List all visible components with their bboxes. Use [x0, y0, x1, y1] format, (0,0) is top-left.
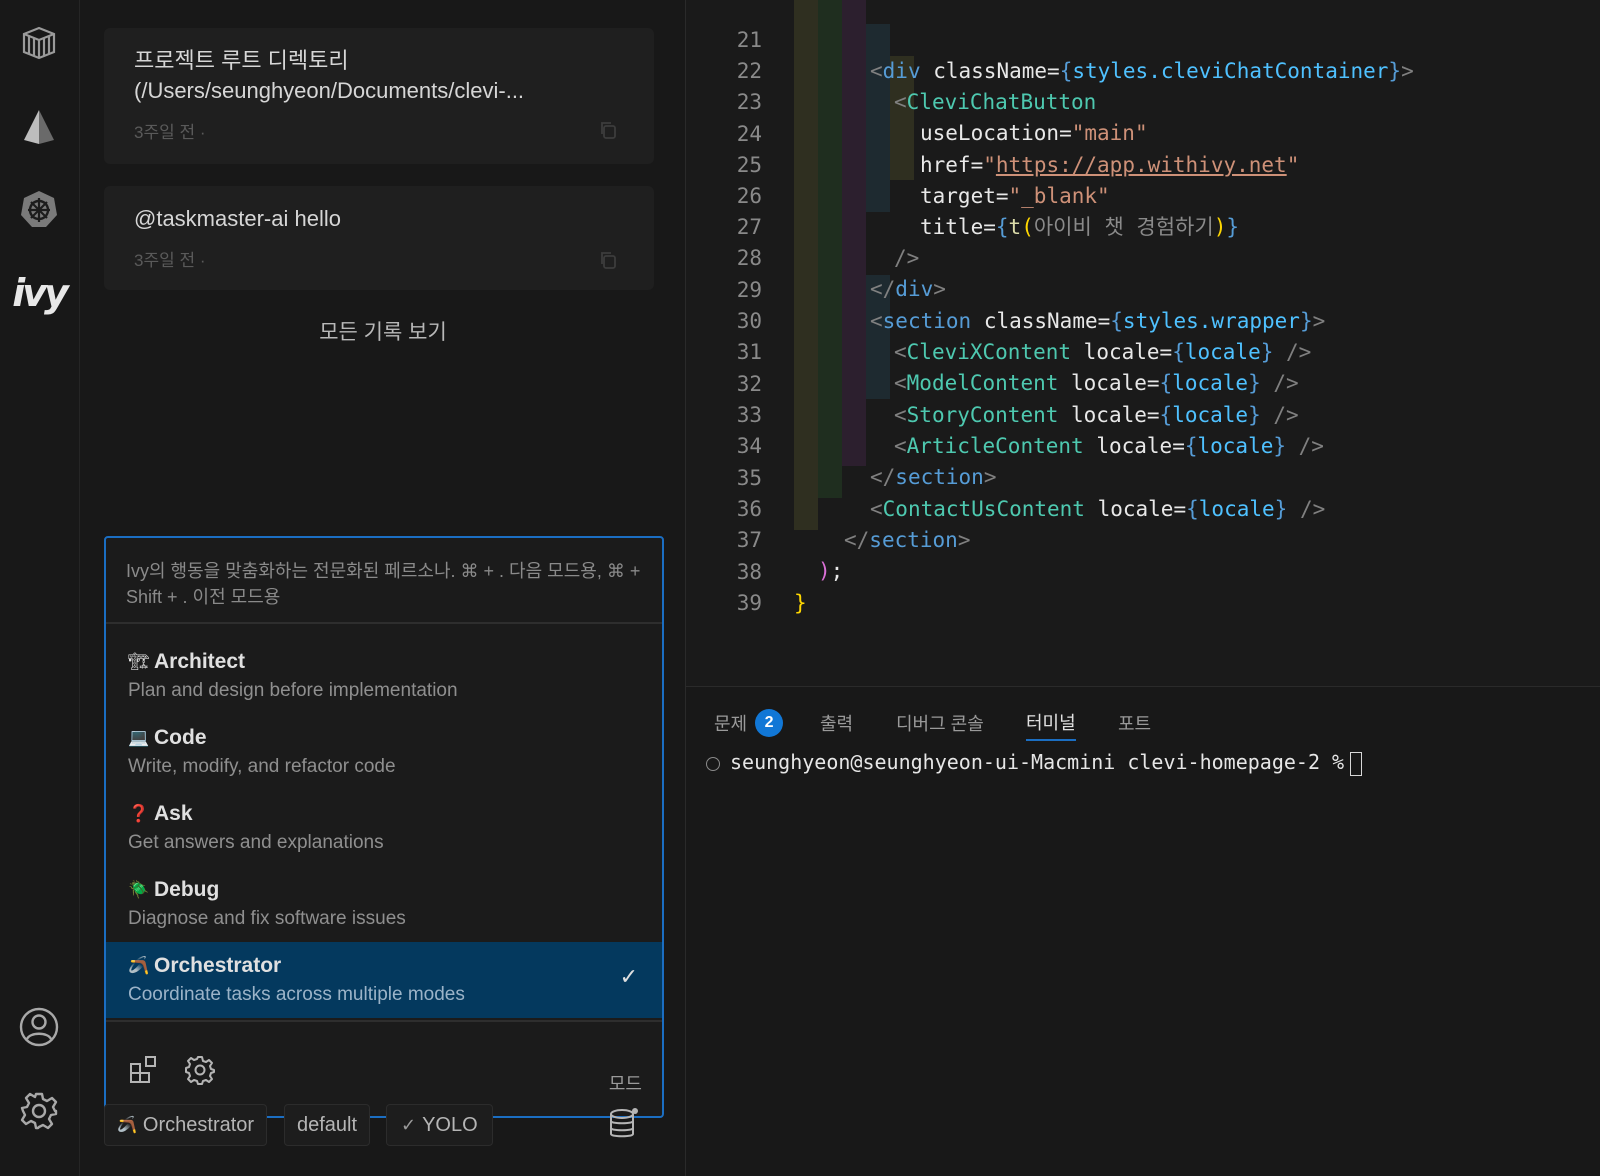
mode-item-code[interactable]: 💻 Code Write, modify, and refactor code [106, 714, 662, 790]
indent-guide [794, 0, 818, 530]
code-line: 38 } [736, 560, 807, 615]
tab-ports[interactable]: 포트 [1118, 705, 1151, 741]
architect-icon: 🏗 [128, 652, 150, 671]
code-line: 28 </div> [736, 246, 946, 301]
code-line: 22 <CleviChatButton [736, 59, 1097, 114]
copy-icon[interactable] [598, 250, 618, 270]
url-link[interactable]: https://app.withivy.net [996, 153, 1287, 177]
mode-description: Ivy의 행동을 맞춤화하는 전문화된 페르소나. ⌘ + . 다음 모드용, … [126, 561, 641, 607]
mode-name: Ask [154, 802, 193, 825]
code-line: 27 /> [736, 215, 920, 270]
laptop-icon: 💻 [128, 728, 150, 747]
mode-settings-gear-icon[interactable] [184, 1054, 216, 1086]
prism-icon[interactable] [16, 104, 62, 150]
code-line: 36 </section> [736, 497, 971, 552]
view-all-history-link[interactable]: 모든 기록 보기 [80, 316, 686, 346]
check-icon: ✓ [401, 1114, 417, 1135]
code-line: 37 ); [736, 528, 844, 583]
boomerang-icon: 🪃 [128, 956, 150, 975]
package-icon[interactable] [16, 20, 62, 66]
tab-problems[interactable]: 문제 2 [714, 705, 784, 741]
code-line: 33 <ArticleContent locale={locale} /> [736, 403, 1324, 458]
mode-desc: Write, modify, and refactor code [128, 756, 396, 777]
tab-terminal[interactable]: 터미널 [1026, 705, 1076, 741]
check-icon: ✓ [619, 964, 638, 989]
terminal-cursor [1350, 751, 1363, 776]
indent-guide [842, 0, 866, 466]
mode-desc: Coordinate tasks across multiple modes [128, 984, 465, 1005]
terminal-status-icon [706, 757, 720, 771]
mode-desc: Get answers and explanations [128, 832, 384, 853]
problems-count-badge: 2 [755, 709, 784, 737]
ivy-sidebar: 프로젝트 루트 디렉토리 (/Users/seunghyeon/Document… [80, 0, 686, 1176]
code-line: 25 target="_blank" [736, 153, 1110, 208]
question-icon: ❓ [128, 804, 150, 823]
marketplace-icon[interactable] [128, 1054, 160, 1086]
profile-pill-label: default [297, 1113, 358, 1136]
code-line: 31 <ModelContent locale={locale} /> [736, 340, 1299, 395]
mode-item-orchestrator[interactable]: 🪃 Orchestrator Coordinate tasks across mu… [106, 942, 662, 1018]
mode-name: Debug [154, 878, 220, 901]
code-line: 29 <section className={styles.wrapper}> [736, 278, 1326, 333]
history-item-time: 3주일 전 · [134, 123, 206, 142]
code-line: 23 useLocation="main" [736, 90, 1148, 145]
mode-name: Orchestrator [154, 954, 282, 977]
copy-icon[interactable] [598, 120, 618, 140]
activity-bar: ivy [0, 0, 80, 1176]
mode-selector-button[interactable]: 🪃 Orchestrator [104, 1104, 268, 1146]
database-icon[interactable] [608, 1106, 640, 1140]
history-item-time: 3주일 전 · [134, 251, 206, 270]
code-line: 39 [736, 591, 762, 615]
code-line: 32 <StoryContent locale={locale} /> [736, 372, 1299, 427]
history-item-title: @taskmaster-ai hello [134, 206, 341, 231]
mode-pill-label: Orchestrator [142, 1113, 255, 1136]
account-icon[interactable] [16, 1004, 62, 1050]
code-editor[interactable]: 21 <div className={styles.cleviChatConta… [686, 0, 1600, 686]
code-line: 21 <div className={styles.cleviChatConta… [736, 28, 1414, 83]
indent-guide [866, 24, 890, 212]
terminal-prompt[interactable]: seunghyeon@seunghyeon-ui-Macmini clevi-h… [730, 750, 1363, 776]
history-item-title: 프로젝트 루트 디렉토리 [134, 48, 349, 73]
bug-icon: 🪲 [128, 880, 150, 899]
code-line: 35 <ContactUsContent locale={locale} /> [736, 466, 1326, 521]
yolo-pill-label: YOLO [422, 1113, 478, 1136]
mode-name: Code [154, 726, 207, 749]
mode-desc: Diagnose and fix software issues [128, 908, 406, 929]
history-item-title-cont: (/Users/seunghyeon/Documents/clevi-... [134, 78, 525, 103]
divider [106, 622, 662, 624]
mode-name: Architect [154, 650, 246, 673]
mode-desc: Plan and design before implementation [128, 680, 458, 701]
divider [106, 1020, 662, 1022]
boomerang-icon: 🪃 [117, 1117, 137, 1134]
yolo-toggle-button[interactable]: ✓ YOLO [386, 1104, 493, 1146]
mode-selector-popup: Ivy의 행동을 맞춤화하는 전문화된 페르소나. ⌘ + . 다음 모드용, … [104, 536, 664, 1118]
settings-gear-icon[interactable] [16, 1088, 62, 1134]
ivy-logo[interactable]: ivy [12, 270, 69, 316]
helm-icon[interactable] [16, 186, 62, 232]
code-line: 26 title={t(아이비 챗 경험하기)} [736, 184, 1240, 239]
indent-guide [818, 0, 842, 498]
mode-item-debug[interactable]: 🪲 Debug Diagnose and fix software issues [106, 866, 662, 942]
mode-label: 모드 [608, 1074, 642, 1094]
code-line: 24 href="https://app.withivy.net" [736, 122, 1300, 177]
mode-item-architect[interactable]: 🏗 Architect Plan and design before implem… [106, 638, 662, 714]
mode-item-ask[interactable]: ❓ Ask Get answers and explanations [106, 790, 662, 866]
profile-selector-button[interactable]: default [284, 1104, 371, 1146]
history-item[interactable]: 프로젝트 루트 디렉토리 (/Users/seunghyeon/Document… [104, 28, 654, 164]
tab-output[interactable]: 출력 [820, 705, 853, 741]
code-line: 30 <CleviXContent locale={locale} /> [736, 309, 1312, 364]
tab-debug-console[interactable]: 디버그 콘솔 [896, 705, 984, 741]
history-item[interactable]: @taskmaster-ai hello 3주일 전 · [104, 186, 654, 290]
code-line: 34 </section> [736, 434, 997, 489]
